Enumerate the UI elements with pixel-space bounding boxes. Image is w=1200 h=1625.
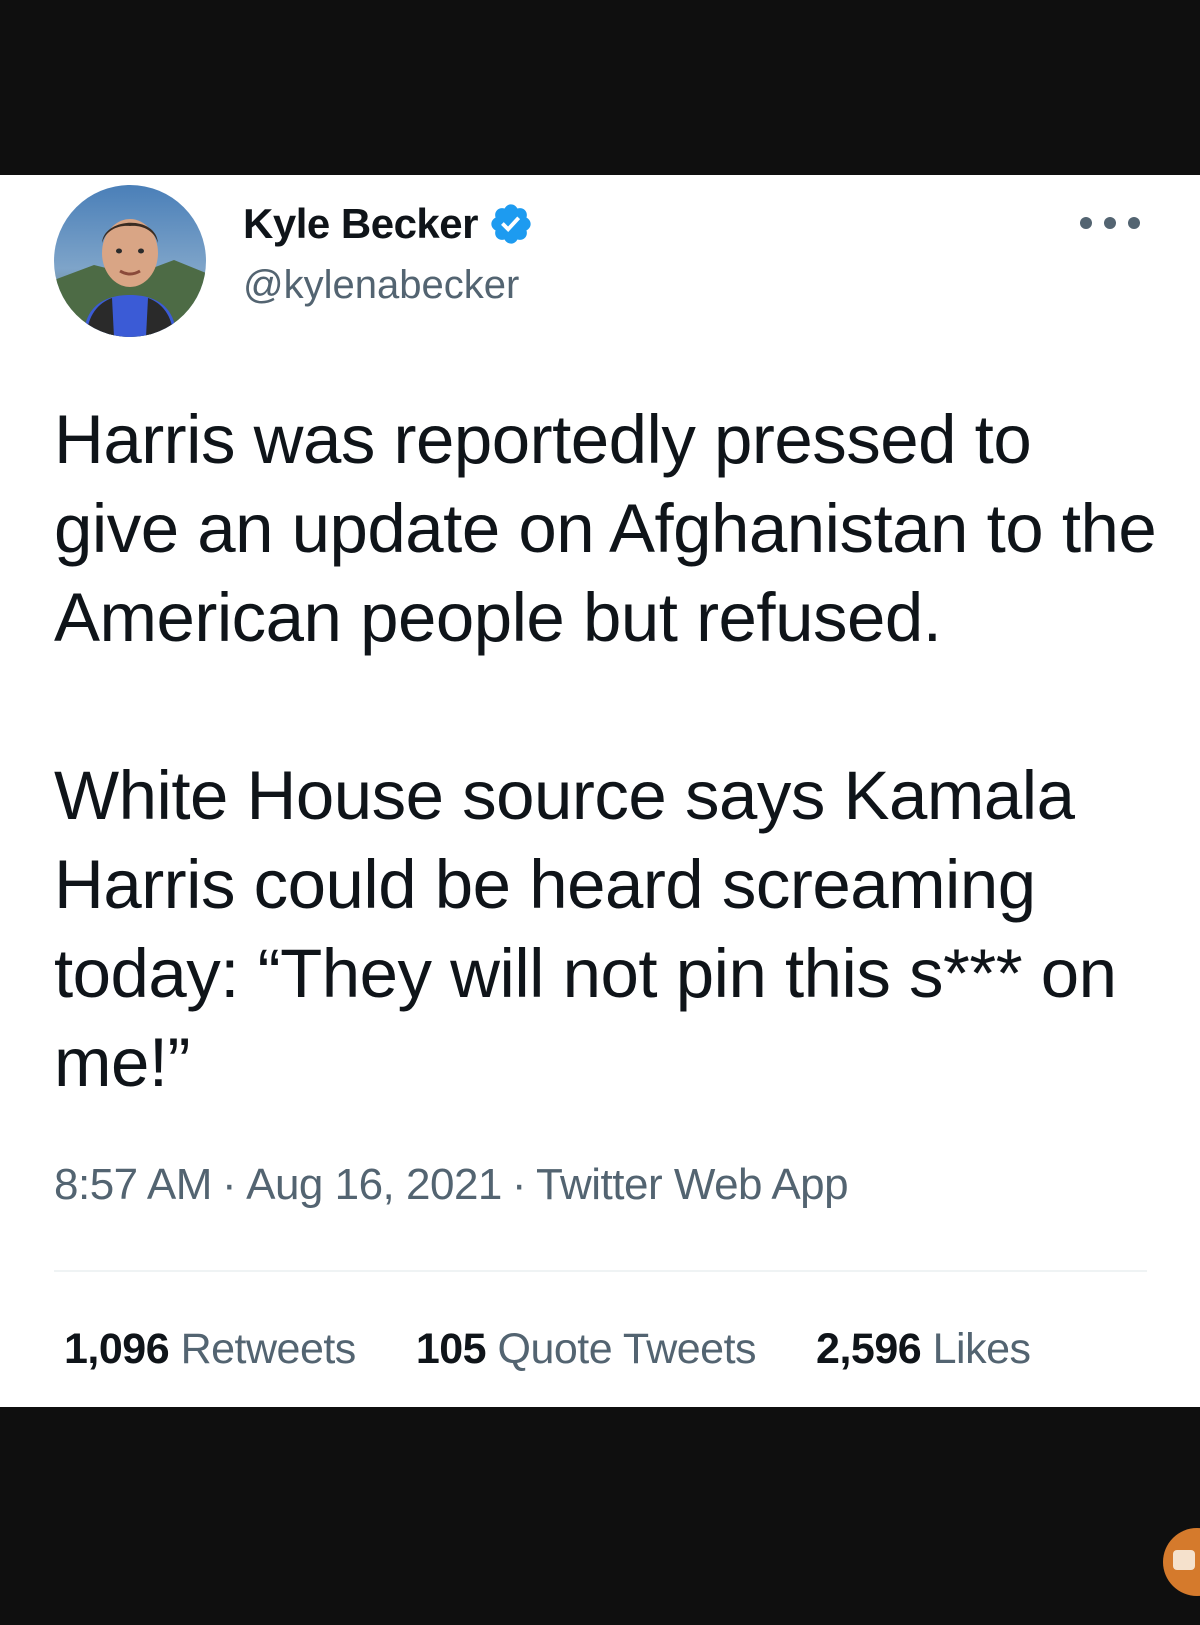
author-display-name[interactable]: Kyle Becker: [243, 200, 479, 248]
tweet-text: Harris was reportedly pressed to give an…: [54, 395, 1164, 1107]
likes-stat[interactable]: 2,596 Likes: [816, 1325, 1031, 1374]
likes-count: 2,596: [816, 1325, 922, 1373]
top-black-bar: [0, 0, 1200, 175]
author-avatar[interactable]: [54, 185, 206, 337]
tweet-card: Kyle Becker @kylenabecker Harris was rep…: [0, 175, 1200, 1407]
retweets-stat[interactable]: 1,096 Retweets: [64, 1325, 356, 1374]
tweet-paragraph: Harris was reportedly pressed to give an…: [54, 401, 1172, 656]
author-name-row: Kyle Becker: [243, 199, 534, 249]
likes-label: Likes: [932, 1325, 1031, 1373]
retweets-count: 1,096: [64, 1325, 170, 1373]
meta-separator: ·: [511, 1160, 527, 1209]
tweet-source[interactable]: Twitter Web App: [536, 1160, 849, 1209]
tweet-stats-row: 1,096 Retweets 105 Quote Tweets 2,596 Li…: [64, 1325, 1031, 1374]
retweets-label: Retweets: [180, 1325, 357, 1373]
bottom-black-bar: [0, 1407, 1200, 1625]
tweet-timestamp-row: 8:57 AM · Aug 16, 2021 · Twitter Web App: [54, 1160, 849, 1210]
quote-tweets-label: Quote Tweets: [497, 1325, 757, 1373]
meta-separator: ·: [221, 1160, 237, 1209]
verified-badge-icon: [488, 201, 534, 247]
tweet-time[interactable]: 8:57 AM: [54, 1160, 212, 1209]
more-options-icon[interactable]: [1080, 215, 1140, 231]
avatar-image: [54, 185, 206, 337]
tweet-date[interactable]: Aug 16, 2021: [246, 1160, 502, 1209]
quote-tweets-stat[interactable]: 105 Quote Tweets: [415, 1325, 757, 1374]
tweet-paragraph: White House source says Kamala Harris co…: [54, 757, 1136, 1101]
divider: [54, 1270, 1147, 1272]
quote-tweets-count: 105: [415, 1325, 487, 1373]
author-handle[interactable]: @kylenabecker: [243, 263, 519, 308]
